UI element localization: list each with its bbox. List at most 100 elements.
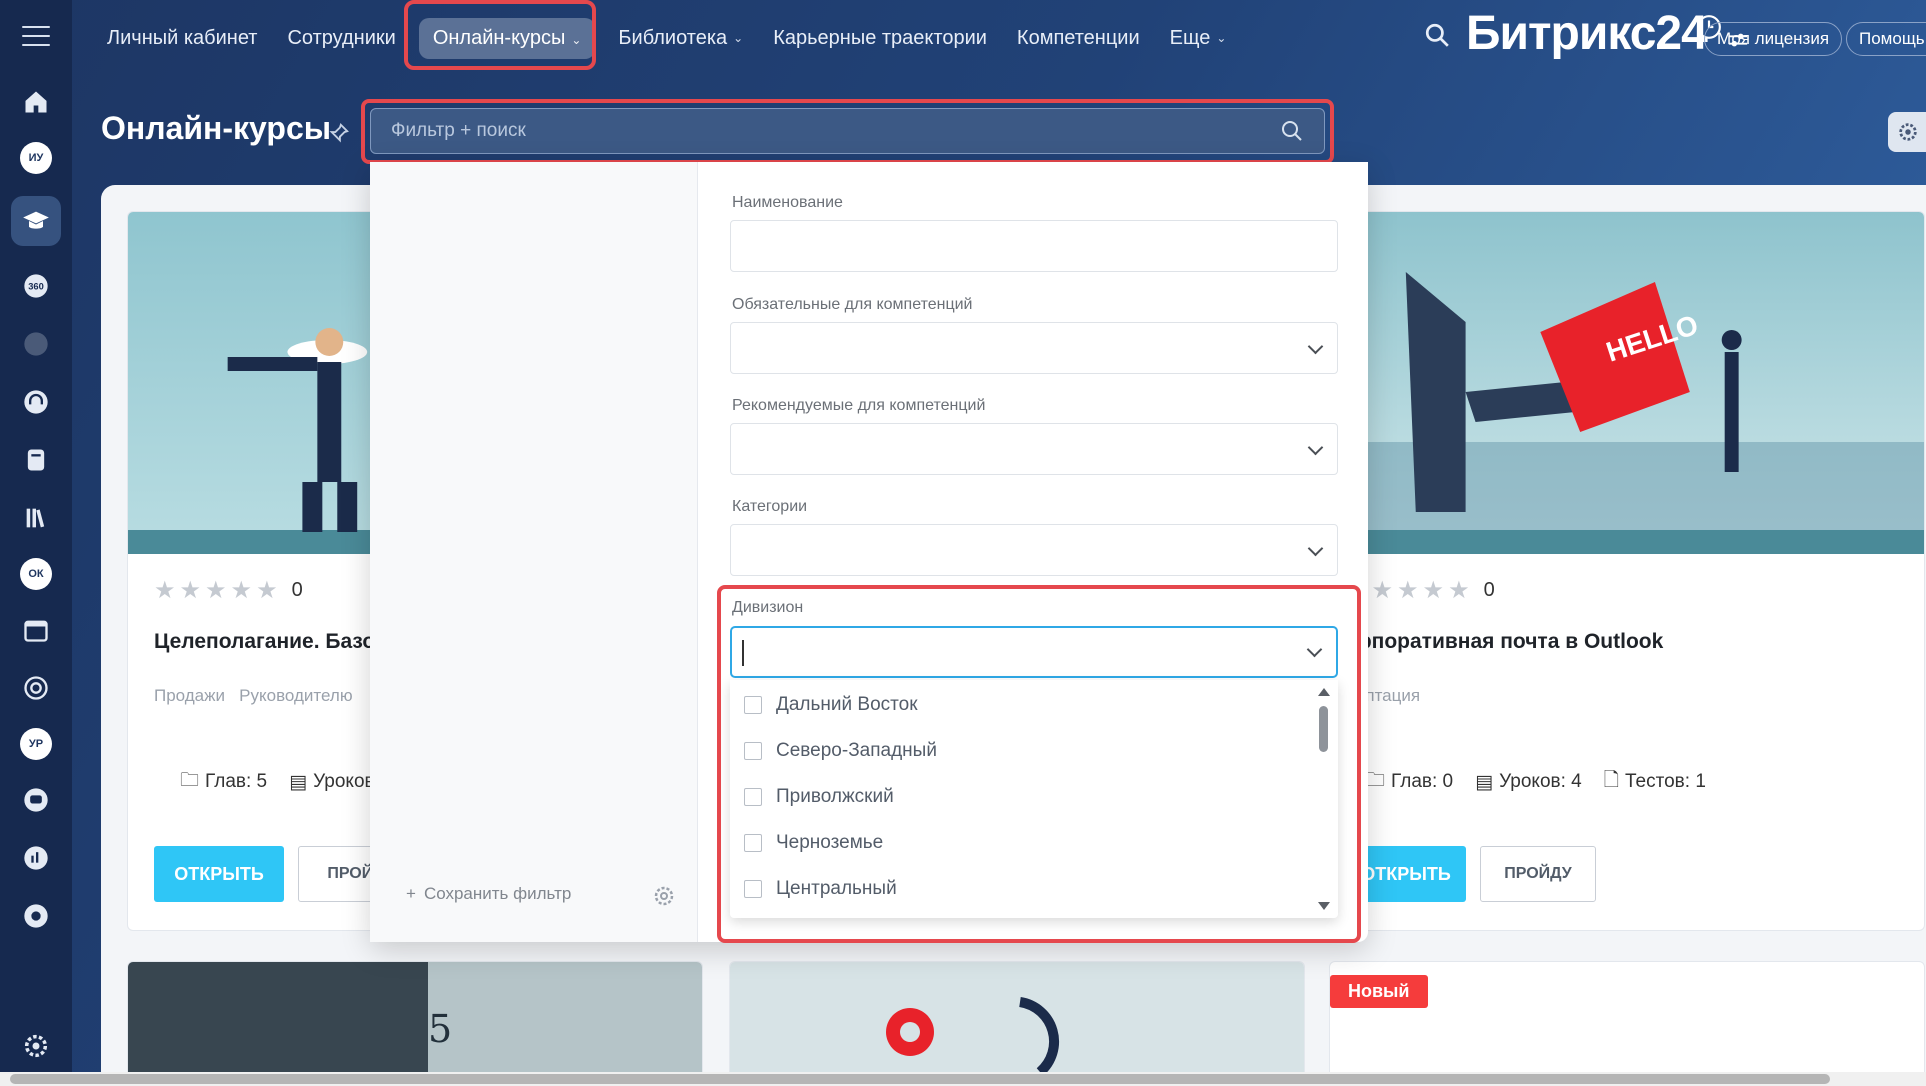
open-course-button[interactable]: ОТКРЫТЬ bbox=[154, 846, 284, 902]
option-label: Северо-Западный bbox=[776, 740, 937, 761]
top-navigation: Личный кабинет Сотрудники Онлайн-курсы ⌄ … bbox=[72, 0, 1926, 76]
chevron-down-icon: ⌄ bbox=[1216, 31, 1227, 45]
sidebar-badge-ur[interactable]: УР bbox=[20, 728, 52, 760]
sidebar-badge-iu[interactable]: ИУ bbox=[20, 142, 52, 174]
required-competencies-select[interactable] bbox=[730, 322, 1338, 374]
gear-icon[interactable] bbox=[652, 884, 676, 908]
page-title: Онлайн-курсы bbox=[101, 110, 332, 146]
scroll-down-arrow-icon[interactable] bbox=[1318, 902, 1330, 910]
categories-select[interactable] bbox=[730, 524, 1338, 576]
checkbox[interactable] bbox=[744, 742, 762, 760]
nav-item-personal[interactable]: Личный кабинет bbox=[92, 0, 272, 76]
library-icon[interactable] bbox=[18, 500, 54, 536]
option-label: Приволжский bbox=[776, 786, 894, 807]
target-icon[interactable] bbox=[18, 670, 54, 706]
course-image-mail: HELLO bbox=[1346, 212, 1924, 554]
compass-icon[interactable] bbox=[18, 898, 54, 934]
filter-popup: + Сохранить фильтр Наименование Обязател… bbox=[370, 162, 1368, 943]
star-icon[interactable]: ★ bbox=[1372, 576, 1394, 605]
left-sidebar: ИУ 360 ОК УР bbox=[0, 0, 72, 1086]
course-card bbox=[729, 961, 1305, 1086]
star-icon[interactable]: ★ bbox=[180, 576, 202, 605]
chat-icon[interactable] bbox=[18, 782, 54, 818]
star-icon[interactable]: ★ bbox=[1448, 576, 1470, 605]
course-meta: 🗀 Глав: 0 ▤ Уроков: 4 🗋 Тестов: 1 bbox=[1366, 766, 1706, 798]
filter-search-input[interactable] bbox=[391, 120, 1280, 142]
star-icon[interactable]: ★ bbox=[231, 576, 253, 605]
graduation-cap-icon[interactable] bbox=[11, 196, 61, 246]
text-caret bbox=[742, 640, 744, 666]
rating-stars: ★★★★★ 0 bbox=[1346, 576, 1495, 605]
star-icon[interactable]: ★ bbox=[256, 576, 278, 605]
division-select[interactable] bbox=[730, 626, 1338, 678]
scroll-thumb[interactable] bbox=[10, 1074, 1830, 1084]
nav-item-more-label: Еще bbox=[1169, 26, 1211, 49]
nav-item-library[interactable]: Библиотека ⌄ bbox=[603, 0, 758, 76]
rating-count: 0 bbox=[1483, 579, 1495, 601]
horizontal-scrollbar[interactable] bbox=[0, 1072, 1926, 1086]
svg-text:5: 5 bbox=[428, 1007, 452, 1051]
nav-item-competencies[interactable]: Компетенции bbox=[1002, 0, 1155, 76]
checkbox[interactable] bbox=[744, 696, 762, 714]
checkbox[interactable] bbox=[744, 834, 762, 852]
chart-icon[interactable] bbox=[18, 840, 54, 876]
save-filter-button[interactable]: + Сохранить фильтр bbox=[406, 884, 571, 904]
brand-logo[interactable]: Битрикс24 bbox=[1466, 6, 1708, 61]
search-icon[interactable] bbox=[1280, 119, 1304, 143]
categories-label: Категории bbox=[732, 498, 808, 515]
course-title[interactable]: Целеполагание. Базов bbox=[154, 630, 388, 654]
dropdown-scrollbar[interactable] bbox=[1316, 686, 1330, 912]
calendar-icon[interactable] bbox=[18, 612, 54, 648]
division-option-chernozemye[interactable]: Черноземье bbox=[744, 832, 883, 854]
menu-burger-icon[interactable] bbox=[22, 22, 50, 50]
option-label: Черноземье bbox=[776, 832, 884, 853]
checkbox[interactable] bbox=[744, 880, 762, 898]
tests-count: Тестов: 1 bbox=[1625, 771, 1706, 792]
saved-filters-panel: + Сохранить фильтр bbox=[370, 162, 698, 942]
division-option-central[interactable]: Центральный bbox=[744, 878, 897, 900]
name-input[interactable] bbox=[730, 220, 1338, 272]
division-option-northwest[interactable]: Северо-Западный bbox=[744, 740, 937, 762]
folder-icon: 🗀 bbox=[180, 770, 200, 791]
course-image-numbers: 5 bbox=[128, 962, 702, 1086]
division-option-volga[interactable]: Приволжский bbox=[744, 786, 894, 808]
settings-gear-icon[interactable] bbox=[18, 1028, 54, 1064]
star-icon[interactable]: ★ bbox=[205, 576, 227, 605]
chapters-count: Глав: 0 bbox=[1391, 771, 1454, 792]
star-icon[interactable]: ★ bbox=[154, 576, 176, 605]
star-icon[interactable]: ★ bbox=[1397, 576, 1419, 605]
page-settings-button[interactable] bbox=[1888, 112, 1926, 152]
pin-icon[interactable] bbox=[328, 122, 350, 144]
document-icon[interactable] bbox=[18, 442, 54, 478]
search-icon[interactable] bbox=[1424, 22, 1450, 48]
tag[interactable]: Руководителю bbox=[239, 686, 352, 705]
document-icon: ▤ bbox=[289, 771, 308, 793]
app-window: ИУ 360 ОК УР Личный кабинет Сотрудники О… bbox=[0, 0, 1926, 1086]
recommended-competencies-select[interactable] bbox=[730, 423, 1338, 475]
scroll-up-arrow-icon[interactable] bbox=[1318, 688, 1330, 696]
take-course-button[interactable]: ПРОЙДУ bbox=[1480, 846, 1596, 902]
star-icon[interactable]: ★ bbox=[1423, 576, 1445, 605]
tag[interactable]: Продажи bbox=[154, 686, 225, 705]
rating-stars: ★★★★★ 0 bbox=[154, 576, 303, 605]
course-title[interactable]: орпоративная почта в Outlook bbox=[1346, 630, 1663, 654]
division-option-far-east[interactable]: Дальний Восток bbox=[744, 694, 918, 716]
headset-icon[interactable] bbox=[18, 384, 54, 420]
chapters-count: Глав: 5 bbox=[205, 771, 268, 792]
division-label: Дивизион bbox=[732, 599, 804, 616]
360-icon[interactable]: 360 bbox=[18, 268, 54, 304]
checkbox[interactable] bbox=[744, 788, 762, 806]
course-meta: 🗀 Глав: 5 ▤ Уроков: bbox=[180, 766, 380, 798]
option-label: Дальний Восток bbox=[776, 694, 918, 715]
disabled-circle-icon[interactable] bbox=[18, 326, 54, 362]
sidebar-badge-ok[interactable]: ОК bbox=[20, 558, 52, 590]
nav-item-career[interactable]: Карьерные траектории bbox=[758, 0, 1002, 76]
my-license-button[interactable]: Моя лицензия bbox=[1704, 22, 1843, 56]
nav-item-employees[interactable]: Сотрудники bbox=[272, 0, 410, 76]
course-tags: Продажи Руководителю bbox=[154, 686, 353, 706]
scroll-thumb[interactable] bbox=[1319, 706, 1328, 752]
nav-item-more[interactable]: Еще ⌄ bbox=[1155, 0, 1242, 76]
svg-text:360: 360 bbox=[28, 282, 44, 292]
home-icon[interactable] bbox=[18, 84, 54, 120]
help-button[interactable]: Помощь bbox=[1846, 22, 1926, 56]
